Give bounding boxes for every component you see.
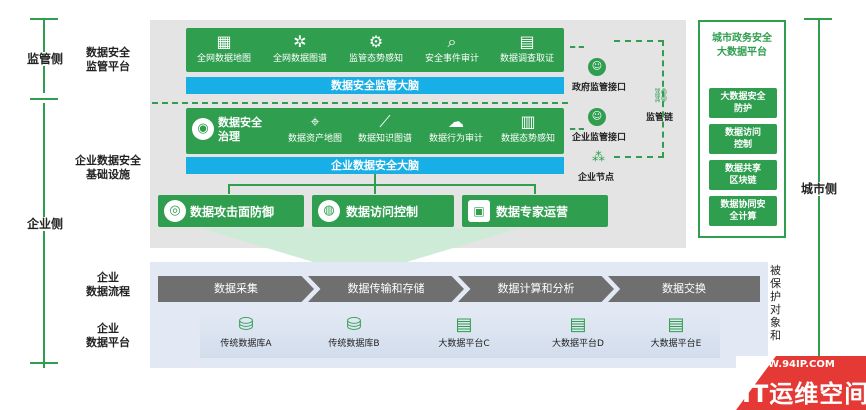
- supervision-item-1: ✲ 全网数据图谱: [262, 28, 338, 70]
- flow-step-1: 数据传输和存储: [308, 276, 464, 302]
- enterprise-platform-label: 企业 数据平台: [86, 322, 130, 349]
- supervision-item-4: ▤ 数据调查取证: [490, 28, 564, 70]
- ent-interface-icon: ☺: [588, 108, 606, 126]
- chart-line-icon: ⟋: [379, 112, 391, 131]
- connector-left: [228, 184, 230, 194]
- flow-row: 数据采集 数据传输和存储 数据计算和分析 数据交换: [158, 276, 764, 302]
- magnify-icon: ⌕: [447, 32, 457, 51]
- enterprise-item-2: ☁ 数据行为审计: [420, 108, 492, 150]
- flow-step-3: 数据交换: [608, 276, 760, 302]
- supervision-item-3: ⌕ 安全事件审计: [414, 28, 490, 70]
- dashed-separator: [152, 102, 568, 104]
- enterprise-item-3: ▥ 数据态势感知: [492, 108, 564, 150]
- server-icon: ▤: [569, 314, 587, 335]
- connector-stem: [374, 174, 376, 184]
- supervision-side-label: 监管侧: [20, 52, 70, 66]
- watermark-url: WWW.94IP.COM: [746, 359, 835, 370]
- flow-step-2: 数据计算和分析: [458, 276, 614, 302]
- gov-interface-icon: ☺: [588, 58, 606, 76]
- platform-0: ⛁ 传统数据库A: [206, 314, 286, 349]
- database-icon: ⛁: [346, 314, 362, 335]
- city-item-3: 数据协同安 全计算: [709, 196, 777, 226]
- attack-defense-box: ◎ 数据攻击面防御: [158, 195, 304, 227]
- watermark-brand: IT运维空间: [742, 380, 866, 408]
- gov-arrow: [570, 46, 584, 48]
- city-item-2: 数据共享 区块链: [709, 160, 777, 190]
- graph-icon: ✲: [293, 32, 307, 51]
- server-icon: ▤: [455, 314, 473, 335]
- platform-2: ▤ 大数据平台C: [424, 314, 504, 349]
- city-item-1: 数据访问 控制: [709, 124, 777, 154]
- enterprise-infra-label: 企业数据安全 基础设施: [75, 154, 141, 181]
- protected-label: 被保护对象和: [770, 264, 781, 342]
- cloud-icon: ☁: [448, 112, 464, 131]
- enterprise-block: ◉ 数据安全 治理 ⌖ 数据资产地图 ⟋ 数据知识图谱 ☁ 数据行为审计 ▥ 数…: [186, 108, 564, 154]
- network-icon: ⚙: [368, 32, 384, 51]
- enterprise-side-label: 企业侧: [20, 217, 70, 231]
- presenter-icon: ▣: [468, 200, 490, 222]
- server-icon: ▤: [667, 314, 685, 335]
- supervision-block: ▦ 全网数据地图 ✲ 全网数据图谱 ⚙ 监管态势感知 ⌕ 安全事件审计 ▤ 数据…: [186, 28, 564, 72]
- left-axis-tick-bottom: [30, 362, 58, 364]
- enterprise-brain-bar: 企业数据安全大脑: [186, 157, 564, 174]
- bar-chart-icon: ▥: [520, 112, 536, 131]
- connector-right: [534, 184, 536, 194]
- database-icon: ⛁: [238, 314, 254, 335]
- expert-ops-box: ▣ 数据专家运营: [462, 195, 608, 227]
- platform-1: ⛁ 传统数据库B: [314, 314, 394, 349]
- ent-arrow: [570, 128, 584, 130]
- flow-step-0: 数据采集: [158, 276, 314, 302]
- globe-icon: ◍: [318, 200, 340, 222]
- supervision-item-2: ⚙ 监管态势感知: [338, 28, 414, 70]
- node-icon: ⁂: [592, 150, 605, 165]
- enterprise-item-1: ⟋ 数据知识图谱: [350, 108, 420, 150]
- supervision-platform-label: 数据安全 监管平台: [86, 46, 130, 73]
- access-control-box: ◍ 数据访问控制: [312, 195, 454, 227]
- connector-mid: [374, 184, 376, 194]
- city-platform-title: 城市政务安全 大数据平台: [712, 33, 772, 58]
- left-axis-tick-top: [30, 18, 58, 20]
- city-side-label: 城市侧: [796, 182, 842, 196]
- city-item-0: 大数据安全 防护: [709, 88, 777, 118]
- enterprise-item-0: ⌖ 数据资产地图: [280, 108, 350, 150]
- city-axis-tick-top: [804, 18, 832, 20]
- chain-dashed-loop: [614, 40, 664, 158]
- enterprise-flow-label: 企业 数据流程: [86, 271, 130, 298]
- clipboard-icon: ▤: [519, 32, 535, 51]
- funnel-arrow: [200, 228, 520, 264]
- platform-4: ▤ 大数据平台E: [636, 314, 716, 349]
- fingerprint-icon: ◎: [164, 200, 186, 222]
- left-axis-tick-mid: [30, 98, 58, 100]
- map-icon: ▦: [216, 32, 232, 51]
- supervision-brain-bar: 数据安全监管大脑: [186, 77, 564, 94]
- location-icon: ⌖: [310, 112, 320, 131]
- platform-3: ▤ 大数据平台D: [538, 314, 618, 349]
- watermark: WWW.94IP.COM IT运维空间: [736, 356, 866, 410]
- supervision-item-0: ▦ 全网数据地图: [186, 28, 262, 70]
- connector-bar: [228, 184, 536, 186]
- ent-node-label: 企业节点: [578, 173, 615, 183]
- governance-cell: ◉ 数据安全 治理: [190, 114, 278, 148]
- city-panel: 城市政务安全 大数据平台 大数据安全 防护 数据访问 控制 数据共享 区块链 数…: [698, 20, 786, 238]
- brain-icon: ◉: [192, 118, 214, 140]
